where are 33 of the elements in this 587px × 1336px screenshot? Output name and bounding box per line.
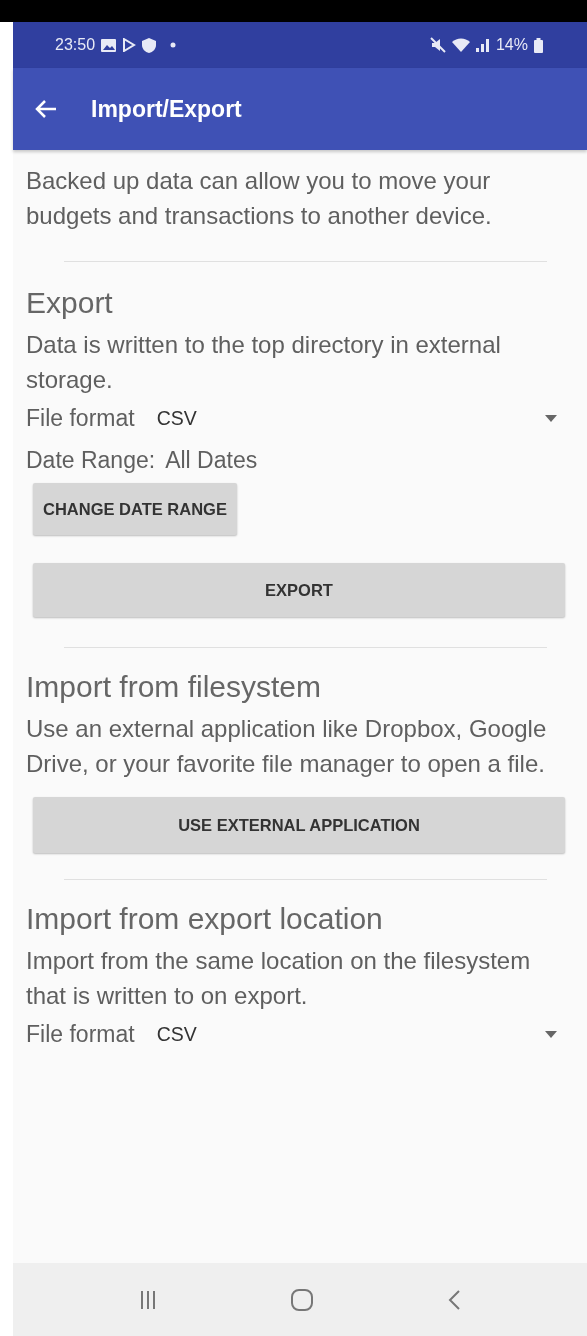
file-format-dropdown[interactable]: CSV (156, 400, 565, 436)
battery-percentage: 14% (495, 36, 528, 54)
export-button[interactable]: EXPORT (33, 563, 565, 617)
date-range-value: All Dates (165, 446, 258, 474)
back-arrow-icon[interactable] (35, 99, 57, 119)
battery-icon (534, 37, 543, 53)
wifi-icon (451, 38, 470, 52)
home-icon[interactable] (291, 1288, 313, 1311)
section-description: Use an external application like Dropbox, Google Drive, or your favorite file manager to open a file. (26, 714, 548, 779)
file-format-dropdown[interactable]: CSV (156, 1016, 565, 1052)
status-time: 23:50 (55, 36, 96, 54)
field-label: File format (26, 1020, 135, 1048)
field-label: File format (26, 404, 135, 432)
section-description: Data is written to the top directory in external storage. (26, 330, 502, 395)
section-heading: Export (26, 285, 114, 321)
date-range-label: Date Range: (26, 446, 156, 474)
image-icon (101, 38, 117, 52)
intro-text: Backed up data can allow you to move your budgets and transactions to another device. (26, 166, 493, 231)
section-heading: Import from filesystem (26, 669, 323, 705)
section-heading: Import from export location (26, 901, 384, 937)
dropdown-caret-icon (545, 414, 557, 422)
shield-icon (142, 37, 157, 53)
use-external-application-button[interactable]: USE EXTERNAL APPLICATION (33, 797, 565, 853)
mute-icon (429, 37, 446, 53)
play-icon (122, 38, 137, 52)
dot-icon (170, 42, 177, 48)
back-icon[interactable] (447, 1289, 460, 1310)
section-description: Import from the same location on the filesystem that is written to on export. (26, 946, 532, 1011)
change-date-range-button[interactable]: CHANGE DATE RANGE (33, 483, 237, 535)
screen-title: Import/Export (91, 95, 242, 123)
recent-apps-icon[interactable] (140, 1290, 157, 1309)
dropdown-caret-icon (545, 1030, 557, 1038)
signal-icon (475, 38, 490, 52)
